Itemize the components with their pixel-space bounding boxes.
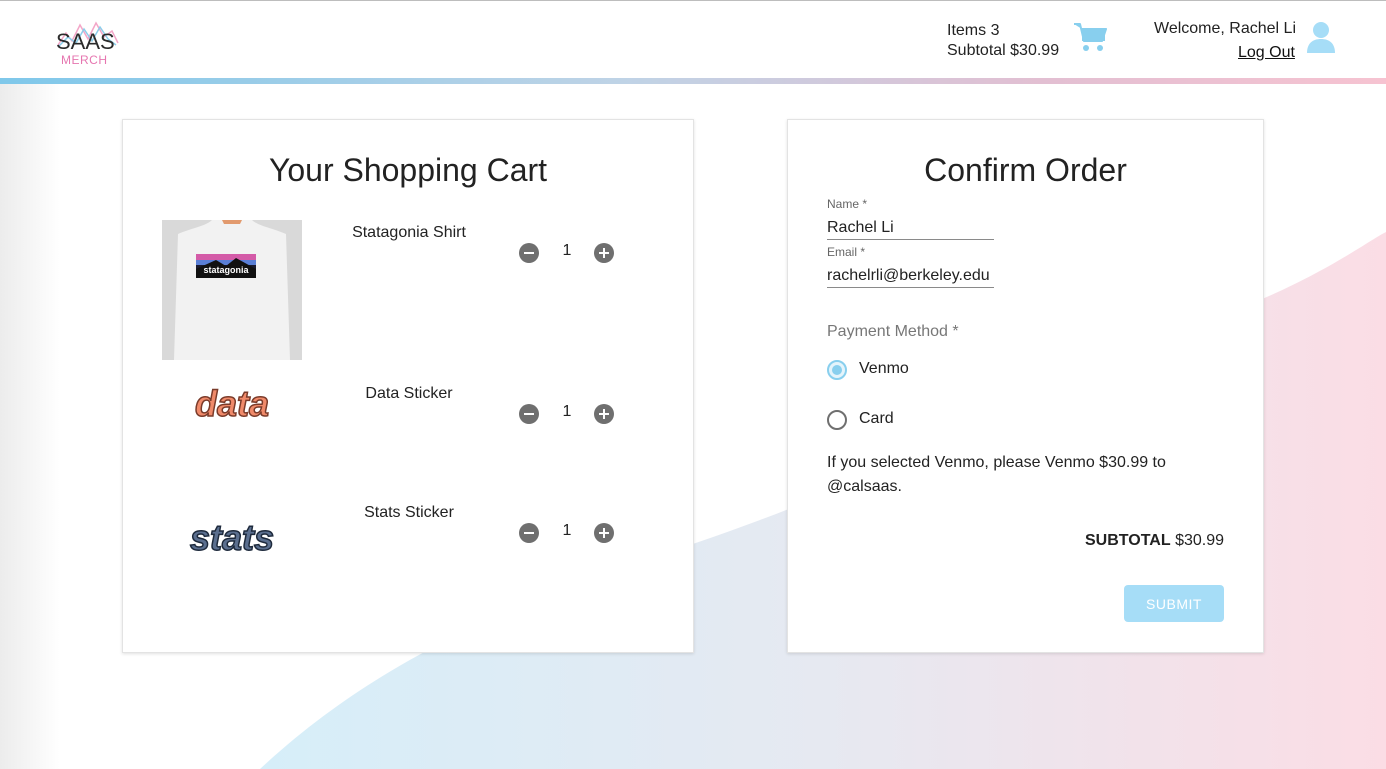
cart-title: Your Shopping Cart [268, 152, 548, 188]
logout-link[interactable]: Log Out [1238, 44, 1295, 62]
decrease-quantity-button[interactable] [519, 523, 539, 543]
order-subtotal: SUBTOTAL $30.99 [1085, 532, 1224, 550]
logo-subtitle: MERCH [61, 53, 108, 67]
top-header: SAAS MERCH Items 3 Subtotal $30.99 Welco… [0, 0, 1386, 84]
order-title: Confirm Order [924, 152, 1127, 188]
header-gradient-bar [0, 78, 1386, 84]
card-radio[interactable] [827, 410, 847, 430]
cart-subtotal: Subtotal $30.99 [947, 42, 1060, 59]
increase-quantity-button[interactable] [594, 404, 614, 424]
decrease-quantity-button[interactable] [519, 243, 539, 263]
shopping-cart-panel: Your Shopping Cart statagonia Statagonia… [122, 119, 694, 653]
item-quantity: 1 [562, 403, 572, 420]
increase-quantity-button[interactable] [594, 243, 614, 263]
data-sticker-text: data [195, 383, 269, 424]
cart-summary: Items 3 Subtotal $30.99 [947, 21, 1059, 61]
cart-item-name: Statagonia Shirt [352, 224, 466, 241]
subtotal-label: SUBTOTAL [1084, 532, 1171, 549]
decrease-quantity-button[interactable] [519, 404, 539, 424]
increase-quantity-button[interactable] [594, 523, 614, 543]
user-account-icon[interactable] [1307, 21, 1335, 53]
cart-item-name: Data Sticker [365, 385, 453, 402]
subtotal-value: $30.99 [1175, 532, 1224, 549]
statagonia-shirt-image: statagonia [162, 220, 302, 360]
email-field-label: Email * [827, 245, 866, 259]
cart-item-count: Items 3 [947, 22, 1000, 39]
item-quantity: 1 [562, 522, 572, 539]
welcome-message: Welcome, Rachel Li [1154, 20, 1296, 37]
name-field-label: Name * [827, 197, 868, 211]
saas-merch-logo[interactable]: SAAS MERCH [52, 19, 120, 71]
venmo-instructions: If you selected Venmo, please Venmo $30.… [827, 454, 1166, 495]
stats-sticker-text: stats [190, 517, 274, 558]
confirm-order-panel: Confirm Order Name * Email * Payment Met… [787, 119, 1264, 653]
venmo-radio[interactable] [827, 360, 847, 380]
data-sticker-image: data [194, 382, 270, 425]
payment-method-label: Payment Method * [827, 323, 959, 340]
item-quantity: 1 [562, 242, 572, 259]
stats-sticker-image: stats [189, 516, 275, 559]
card-option-label[interactable]: Card [859, 410, 894, 428]
shopping-cart-icon[interactable] [1073, 21, 1107, 53]
logo-title: SAAS [56, 29, 115, 54]
venmo-option-label[interactable]: Venmo [859, 360, 909, 378]
cart-item-name: Stats Sticker [364, 504, 454, 521]
email-field[interactable] [827, 264, 994, 288]
left-edge-shadow [0, 84, 60, 769]
submit-button[interactable]: SUBMIT [1124, 585, 1224, 622]
shirt-print-text: statagonia [203, 265, 249, 275]
name-field[interactable] [827, 216, 994, 240]
